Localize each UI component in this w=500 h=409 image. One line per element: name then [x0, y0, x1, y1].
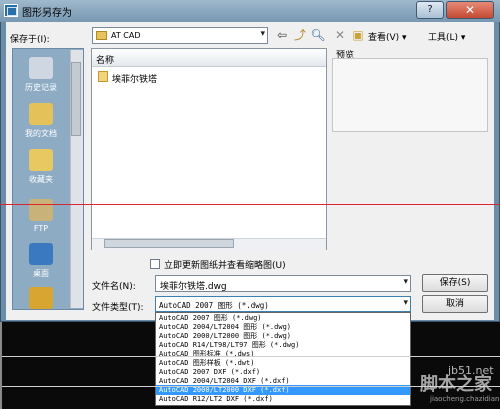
file-list-scroll-thumb[interactable] [104, 239, 234, 248]
ftp-icon [29, 199, 53, 221]
history-icon [29, 57, 53, 79]
file-name: 埃菲尔铁塔 [112, 75, 158, 85]
current-folder: AT CAD [111, 31, 141, 40]
place-more[interactable] [13, 287, 69, 309]
watermark-sub: jiaocheng.chazidian.com [430, 395, 500, 403]
favorites-icon [29, 149, 53, 171]
cad-edge [0, 322, 2, 409]
column-label: 名称 [96, 56, 115, 66]
place-label: FTP [33, 224, 49, 233]
place-documents[interactable]: 我的文档 [13, 103, 69, 139]
filetype-dropdown[interactable]: AutoCAD 2007 图形 (*.dwg) ▾ [155, 296, 411, 312]
filename-label: 文件名(N): [92, 282, 136, 292]
cad-divider [0, 356, 500, 357]
preview-pane [332, 58, 488, 132]
window-title: 图形另存为 [22, 8, 72, 19]
save-in-dropdown[interactable]: AT CAD ▾ [92, 27, 268, 44]
close-button[interactable]: ✕ [446, 1, 494, 19]
place-label: 桌面 [33, 269, 49, 278]
desktop-icon [29, 243, 53, 265]
update-thumbnail-label[interactable]: 立即更新图纸并查看缩略图(U) [164, 258, 286, 271]
chevron-down-icon[interactable]: ▾ [403, 277, 408, 287]
app-icon [4, 4, 18, 17]
place-label: 收藏夹 [29, 175, 53, 184]
watermark-text: 脚本之家 [420, 374, 492, 395]
place-label: 我的文档 [25, 129, 57, 138]
save-in-label: 保存于(I): [10, 35, 50, 45]
filetype-label: 文件类型(T): [92, 303, 144, 313]
chevron-down-icon: ▾ [260, 29, 265, 39]
place-favorites[interactable]: 收藏夹 [13, 149, 69, 185]
place-history[interactable]: 历史记录 [13, 57, 69, 93]
name-column-header[interactable]: 名称 [92, 50, 326, 67]
filename-field[interactable]: 埃菲尔铁塔.dwg ▾ [155, 275, 411, 292]
cancel-button[interactable]: 取消 [422, 295, 488, 313]
back-icon[interactable]: ⇦ [274, 28, 290, 43]
folder-icon [96, 31, 107, 40]
places-scroll-thumb[interactable] [71, 62, 81, 136]
save-button[interactable]: 保存(S) [422, 274, 488, 292]
chevron-down-icon: ▾ [403, 298, 408, 308]
view-menu[interactable]: 查看(V) ▾ [368, 30, 407, 43]
folder-icon [29, 287, 53, 309]
tools-menu[interactable]: 工具(L) ▾ [428, 30, 465, 43]
filetype-options-list[interactable]: AutoCAD 2007 图形 (*.dwg) AutoCAD 2004/LT2… [155, 312, 411, 406]
dwg-file-icon [98, 71, 108, 82]
documents-icon [29, 103, 53, 125]
search-icon[interactable]: 🔍︎ [310, 28, 326, 43]
update-thumbnail-checkbox[interactable] [150, 259, 160, 269]
filetype-option[interactable]: AutoCAD R12/LT2 DXF (*.dxf) [156, 394, 410, 404]
delete-icon[interactable]: ✕ [332, 28, 348, 43]
filetype-value: AutoCAD 2007 图形 (*.dwg) [159, 301, 269, 310]
place-label: 历史记录 [25, 83, 57, 92]
up-folder-icon[interactable]: ⤴ [292, 28, 308, 43]
filename-value: 埃菲尔铁塔.dwg [160, 282, 227, 292]
help-button[interactable]: ? [416, 1, 444, 19]
place-desktop[interactable]: 桌面 [13, 243, 69, 279]
cad-crosshair-line [0, 204, 500, 205]
new-folder-icon[interactable]: ▣ [350, 28, 366, 43]
